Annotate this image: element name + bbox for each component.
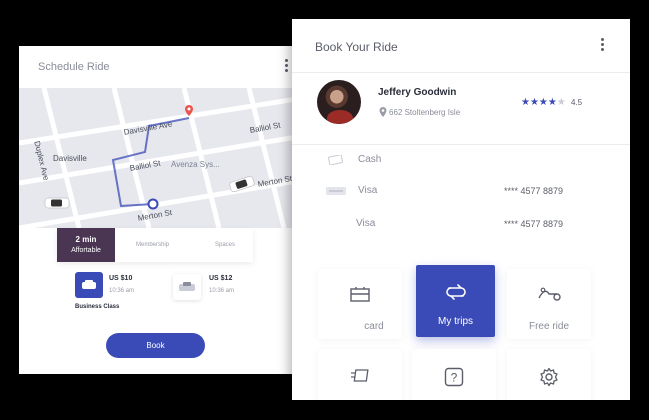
menu-tile-free-ride[interactable]: Free ride [507, 269, 591, 339]
book-your-ride-card: Book Your Ride Jeffery Goodwin 662 Stolt… [292, 19, 630, 400]
visa-card-icon [326, 187, 346, 195]
schedule-ride-title: Schedule Ride [38, 61, 110, 73]
ride-option[interactable]: US $12 10:36 am [173, 272, 263, 302]
schedule-ride-header: Schedule Ride [19, 46, 303, 88]
card-icon [350, 287, 370, 302]
trips-icon [445, 284, 466, 300]
tile-label: card [364, 321, 384, 332]
tile-label: My trips [438, 316, 473, 327]
menu-tile-card[interactable]: card [318, 269, 402, 339]
cash-icon [328, 155, 343, 165]
promo-icon [351, 369, 369, 382]
payment-label: Visa [356, 218, 376, 229]
tile-label: Free ride [528, 321, 569, 332]
ride-price: US $10 [109, 275, 133, 282]
free-ride-icon [538, 287, 561, 301]
payment-label: Cash [358, 154, 382, 165]
menu-tile-settings[interactable] [507, 349, 591, 400]
location-pin-icon [379, 107, 387, 117]
help-icon: ? [444, 367, 464, 387]
menu-tile-promo[interactable] [318, 349, 402, 400]
divider [292, 72, 630, 73]
svg-text:?: ? [451, 371, 458, 385]
payment-number: **** 4577 8879 [504, 186, 564, 196]
route-map[interactable]: Duplex Ave Davisville Ave Balliol St Bal… [19, 88, 303, 228]
ride-price: US $12 [209, 275, 233, 282]
user-name: Jeffery Goodwin [378, 87, 457, 98]
tab-membership[interactable]: Membership [136, 242, 169, 248]
street-label: Avenza Sys... [171, 160, 220, 169]
user-address: 662 Stoltenberg Isle [389, 108, 461, 117]
rating-value: 4.5 [571, 98, 583, 107]
street-label: Davisville [53, 154, 87, 163]
more-options-icon[interactable] [285, 59, 289, 72]
payment-label: Visa [358, 185, 378, 196]
ride-time: 10:36 am [109, 288, 135, 294]
eta-label: 2 min [75, 235, 97, 244]
menu-tile-my-trips[interactable]: My trips [416, 265, 495, 337]
tab-affortable[interactable]: 2 min Affortable [57, 228, 115, 262]
tab-spaces[interactable]: Spaces [215, 242, 235, 248]
rating-stars-icon: ★★★★★ [521, 97, 566, 108]
schedule-ride-card: Schedule Ride Duplex Ave Davisville Ave … [19, 46, 303, 374]
ride-type-tabs: 2 min Affortable Membership Spaces [57, 228, 253, 262]
payment-option-visa[interactable]: Visa **** 4577 8879 [292, 177, 630, 207]
gear-icon [540, 367, 558, 387]
car-icon [75, 272, 103, 298]
more-options-icon[interactable] [601, 38, 605, 51]
ride-option[interactable]: US $10 10:36 am Business Class [75, 272, 165, 316]
book-your-ride-title: Book Your Ride [315, 40, 398, 54]
payment-option-cash[interactable]: Cash [292, 146, 630, 176]
ride-time: 10:36 am [209, 288, 235, 294]
ride-class: Business Class [75, 304, 120, 310]
car-icon [173, 274, 201, 300]
avatar[interactable] [317, 80, 361, 124]
payment-number: **** 4577 8879 [504, 219, 564, 229]
destination-marker [147, 198, 159, 210]
payment-option-visa[interactable]: Visa **** 4577 8879 [292, 210, 630, 240]
book-button[interactable]: Book [106, 333, 205, 358]
menu-tile-help[interactable]: ? [412, 349, 496, 400]
car-icon [44, 197, 70, 209]
tab-label: Affortable [71, 247, 101, 254]
divider [292, 144, 630, 145]
